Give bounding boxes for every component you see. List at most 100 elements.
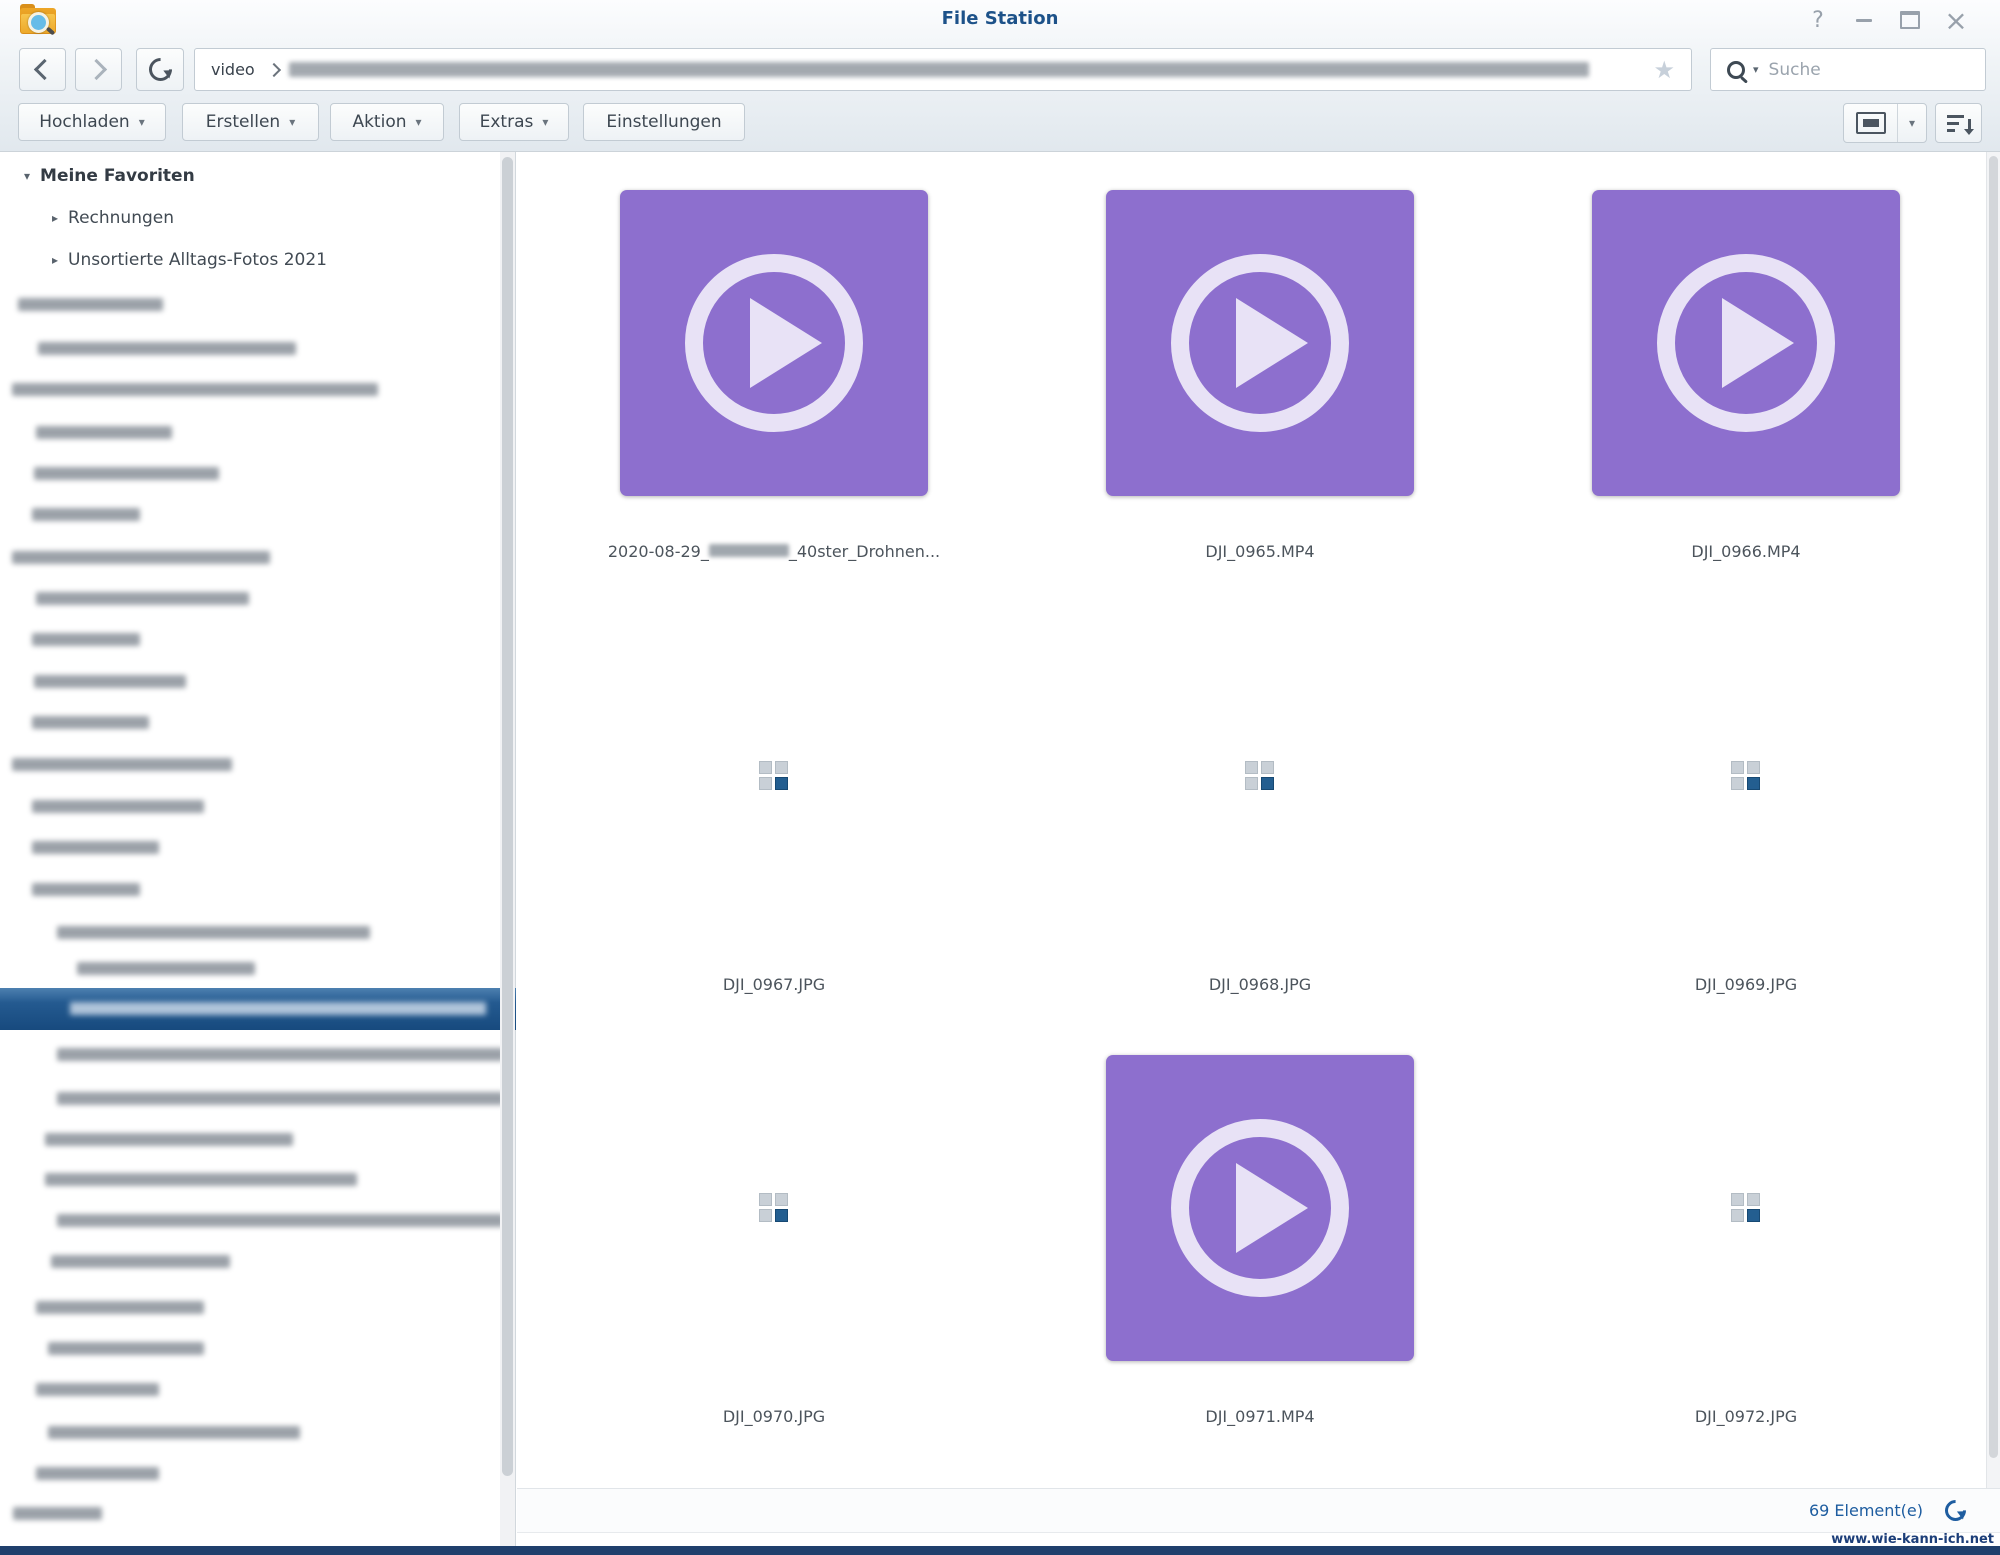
file-name: DJI_0971.MP4 [1017,1407,1503,1426]
help-icon[interactable]: ? [1802,5,1834,35]
redacted-tree-item[interactable] [36,1383,159,1396]
window-chrome: File Station ? × video ★ ▾ S [0,0,2000,152]
play-icon [685,254,863,432]
redacted-tree-item[interactable] [77,962,255,975]
file-item[interactable]: DJI_0971.MP4 [1017,1055,1503,1475]
redacted-name-segment [709,544,789,557]
redacted-tree-item[interactable] [36,426,172,439]
redacted-tree-item[interactable] [45,1133,293,1146]
redacted-tree-item[interactable] [32,841,159,854]
bottom-accent-bar [0,1546,2000,1555]
file-grid: 2020-08-29__40ster_Drohnen... DJI_0965.M… [517,152,2000,1488]
redacted-tree-item[interactable] [32,800,204,813]
file-item[interactable]: DJI_0972.JPG [1503,1055,1989,1475]
pending-thumbnail-icon [1731,1193,1761,1223]
extras-menu-button[interactable]: Extras ▾ [459,103,569,141]
redacted-tree-item[interactable] [34,675,186,688]
create-menu-button[interactable]: Erstellen ▾ [182,103,319,141]
redacted-tree-item[interactable] [36,1467,159,1480]
search-placeholder: Suche [1769,60,1821,80]
sidebar-scrollbar[interactable] [500,152,515,1546]
maximize-icon[interactable] [1894,5,1926,35]
breadcrumb[interactable]: video ★ [194,48,1692,91]
redacted-tree-item[interactable] [51,1255,230,1268]
redacted-tree-item[interactable] [34,467,219,480]
refresh-button[interactable] [136,48,184,91]
view-mode-caret-icon[interactable]: ▾ [1898,104,1926,142]
chevron-down-icon: ▾ [542,115,548,129]
file-item[interactable]: DJI_0967.JPG [531,623,1017,1043]
redacted-tree-item[interactable] [38,342,296,355]
redacted-tree-item[interactable] [48,1426,300,1439]
watermark: www.wie-kann-ich.net [1831,1532,1994,1547]
redacted-tree-item[interactable] [36,1301,204,1314]
redacted-tree-item[interactable] [12,551,270,564]
back-button[interactable] [19,48,66,91]
chevron-down-icon: ▾ [289,115,295,129]
video-thumbnail[interactable] [620,190,928,496]
forward-button[interactable] [75,48,122,91]
redacted-tree-item[interactable] [12,383,378,396]
settings-button[interactable]: Einstellungen [583,103,745,141]
chevron-down-icon: ▾ [416,115,422,129]
pending-thumbnail-icon [1245,761,1275,791]
chevron-left-icon [34,59,55,80]
sidebar-scrollbar-thumb[interactable] [502,157,513,1476]
main-scrollbar[interactable] [1986,152,2000,1488]
redacted-tree-item[interactable] [12,758,232,771]
file-item[interactable]: DJI_0969.JPG [1503,623,1989,1043]
triangle-collapsed-icon[interactable]: ▸ [52,211,58,225]
refresh-icon [144,53,177,86]
redacted-tree-item[interactable] [57,1214,504,1227]
breadcrumb-root[interactable]: video [211,60,255,79]
redacted-tree-item[interactable] [57,1092,504,1105]
status-bar: 69 Element(e) [517,1488,2000,1533]
redacted-tree-item[interactable] [36,592,249,605]
triangle-expanded-icon[interactable]: ▾ [24,169,30,183]
file-item[interactable]: 2020-08-29__40ster_Drohnen... [531,190,1017,610]
refresh-list-icon[interactable] [1941,1496,1971,1526]
star-icon[interactable]: ★ [1653,56,1675,84]
redacted-tree-item[interactable] [48,1342,204,1355]
pending-thumbnail-icon [759,761,789,791]
video-thumbnail[interactable] [1106,1055,1414,1361]
selected-tree-item[interactable] [0,988,516,1030]
view-mode-button[interactable]: ▾ [1843,103,1927,143]
redacted-tree-item[interactable] [57,1048,504,1061]
redacted-tree-item[interactable] [32,716,149,729]
main-scrollbar-thumb[interactable] [1989,156,1998,1458]
file-item[interactable]: DJI_0968.JPG [1017,623,1503,1043]
file-name: DJI_0967.JPG [531,975,1017,994]
thumbnail-view-icon[interactable] [1844,104,1898,142]
video-thumbnail[interactable] [1592,190,1900,496]
file-item[interactable]: DJI_0966.MP4 [1503,190,1989,610]
file-name: DJI_0966.MP4 [1503,542,1989,561]
file-name: 2020-08-29__40ster_Drohnen... [531,542,1017,561]
upload-menu-button[interactable]: Hochladen ▾ [18,103,166,141]
sidebar-item-unsortierte-alltags-fotos[interactable]: ▸ Unsortierte Alltags-Fotos 2021 [52,250,327,270]
search-input[interactable]: ▾ Suche [1710,48,1986,91]
sort-button[interactable] [1935,103,1982,143]
breadcrumb-separator-icon [267,62,281,76]
file-item[interactable]: DJI_0965.MP4 [1017,190,1503,610]
redacted-tree-item[interactable] [18,298,163,311]
redacted-tree-item[interactable] [32,633,140,646]
minimize-icon[interactable] [1848,5,1880,35]
chevron-down-icon: ▾ [139,115,145,129]
file-item[interactable]: DJI_0970.JPG [531,1055,1017,1475]
search-options-caret-icon[interactable]: ▾ [1753,63,1759,76]
sidebar-item-rechnungen[interactable]: ▸ Rechnungen [52,208,174,228]
redacted-tree-item[interactable] [32,508,140,521]
redacted-tree-item[interactable] [32,883,140,896]
redacted-tree-item[interactable] [45,1173,357,1186]
file-name: DJI_0965.MP4 [1017,542,1503,561]
redacted-tree-item[interactable] [13,1507,102,1520]
action-menu-button[interactable]: Aktion ▾ [330,103,444,141]
sort-icon [1947,115,1964,132]
triangle-collapsed-icon[interactable]: ▸ [52,253,58,267]
video-thumbnail[interactable] [1106,190,1414,496]
redacted-tree-item[interactable] [57,926,370,939]
window-controls: ? × [1802,4,1972,36]
favorites-section-header[interactable]: ▾ Meine Favoriten [24,166,195,186]
close-icon[interactable]: × [1940,5,1972,35]
